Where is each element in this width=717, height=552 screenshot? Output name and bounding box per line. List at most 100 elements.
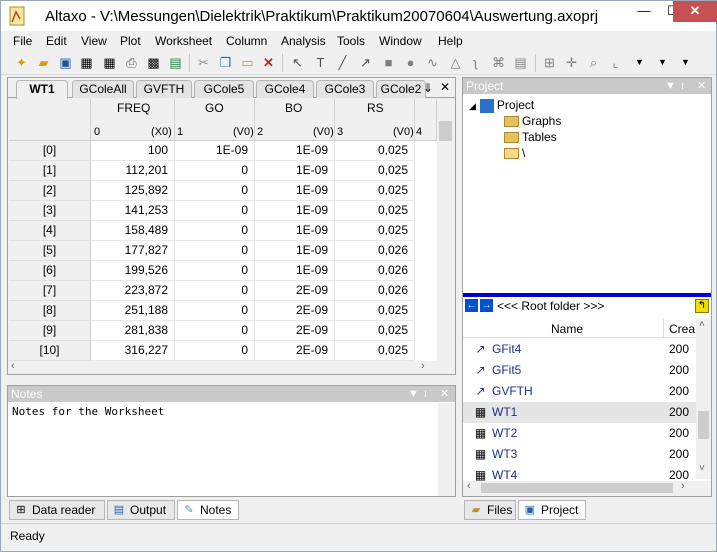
table-cell[interactable]: 2E-09	[255, 301, 335, 321]
spline-tool-icon[interactable]: ʅ	[467, 54, 484, 71]
layer-tool-icon[interactable]: ⊞	[541, 54, 558, 71]
table-cell[interactable]: 199,526	[91, 261, 175, 281]
tree-item-tables[interactable]: Tables	[504, 130, 557, 144]
delete-icon[interactable]: ✕	[260, 54, 277, 71]
collapse-triangle-icon[interactable]: ◢	[469, 101, 476, 111]
table-cell[interactable]: 223,872	[91, 281, 175, 301]
panel-menu-icon[interactable]: ▼	[408, 386, 419, 402]
column-header[interactable]: GO 1 (V0)	[175, 99, 255, 141]
row-header[interactable]: [1]	[9, 161, 91, 181]
menu-help[interactable]: Help	[438, 34, 463, 48]
row-header[interactable]: [6]	[9, 261, 91, 281]
list-item[interactable]: ▦ WT1 200	[463, 402, 696, 423]
notes-textarea[interactable]: Notes for the Worksheet	[12, 405, 164, 418]
table-cell[interactable]: 1E-09	[255, 201, 335, 221]
scroll-down-icon[interactable]: ˅	[699, 463, 705, 474]
table-cell[interactable]: 1E-09	[255, 261, 335, 281]
menu-edit[interactable]: Edit	[46, 34, 67, 48]
column-header-name[interactable]: Name	[551, 322, 583, 336]
row-header[interactable]: [2]	[9, 181, 91, 201]
scroll-up-icon[interactable]: ˄	[699, 319, 705, 330]
list-item[interactable]: ▦ WT3 200	[463, 444, 696, 465]
table-cell[interactable]: 0,026	[335, 261, 415, 281]
table-cell[interactable]: 0	[175, 281, 255, 301]
list-item[interactable]: ↗ GVFTH 200	[463, 381, 696, 402]
pointer-tool-icon[interactable]: ↖	[289, 54, 306, 71]
worksheet-vertical-scrollbar[interactable]	[437, 99, 454, 361]
table-cell[interactable]: 0	[175, 241, 255, 261]
ellipse-tool-icon[interactable]: ●	[402, 54, 419, 71]
copy-icon[interactable]: ❐	[217, 54, 234, 71]
row-header[interactable]: [7]	[9, 281, 91, 301]
tab-list-icon[interactable]: ⇓	[423, 81, 433, 95]
table-cell[interactable]: 0,025	[335, 181, 415, 201]
print-icon[interactable]: ⎙	[123, 54, 140, 71]
tab-gcole3[interactable]: GCole3	[316, 80, 374, 98]
tab-gcole2[interactable]: GCole2	[376, 80, 426, 98]
table-cell[interactable]: 0,025	[335, 161, 415, 181]
scroll-thumb[interactable]	[439, 121, 452, 141]
region-tool-icon[interactable]: ⌘	[490, 54, 507, 71]
scroll-right-icon[interactable]: ›	[681, 480, 685, 492]
scroll-thumb[interactable]	[481, 483, 673, 493]
nav-back-icon[interactable]: ←	[465, 299, 478, 312]
row-header[interactable]: [0]	[9, 141, 91, 161]
table-cell[interactable]: 2E-09	[255, 321, 335, 341]
new-worksheet-icon[interactable]: ▦	[78, 54, 95, 71]
list-item[interactable]: ↗ GFit5 200	[463, 360, 696, 381]
pin-icon[interactable]: ı	[681, 78, 684, 94]
menu-analysis[interactable]: Analysis	[281, 34, 326, 48]
panel-menu-icon[interactable]: ▼	[665, 78, 676, 94]
table-cell[interactable]: 0,025	[335, 221, 415, 241]
close-panel-icon[interactable]: ✕	[697, 78, 706, 94]
worksheet-grid[interactable]: FREQ 0 (X0) GO 1 (V0) BO 2 (V0) RS 3 (V0…	[9, 99, 454, 361]
row-header[interactable]: [4]	[9, 221, 91, 241]
column-header[interactable]: 4	[415, 99, 437, 141]
table-cell[interactable]: 0	[175, 221, 255, 241]
column-header-created[interactable]: Crea	[669, 322, 695, 336]
menu-window[interactable]: Window	[379, 34, 422, 48]
tab-gcole4[interactable]: GCole4	[256, 80, 314, 98]
scroll-thumb[interactable]	[698, 411, 709, 439]
tab-gcole5[interactable]: GCole5	[194, 80, 254, 98]
table-cell[interactable]: 125,892	[91, 181, 175, 201]
save-icon[interactable]: ▣	[57, 54, 74, 71]
menu-plot[interactable]: Plot	[120, 34, 141, 48]
tab-wt1[interactable]: WT1	[16, 80, 68, 99]
close-panel-icon[interactable]: ✕	[440, 386, 449, 402]
list-item[interactable]: ▦ WT2 200	[463, 423, 696, 444]
table-cell[interactable]: 1E-09	[255, 181, 335, 201]
axis-rescale-icon[interactable]: ⌞	[607, 54, 624, 71]
grid-plot-icon[interactable]: ▤	[512, 54, 529, 71]
table-cell[interactable]: 1E-09	[255, 161, 335, 181]
arrow-tool-icon[interactable]: ↗	[357, 54, 374, 71]
import-data-icon[interactable]: ▩	[145, 54, 162, 71]
text-tool-icon[interactable]: T	[312, 54, 329, 71]
column-header[interactable]: BO 2 (V0)	[255, 99, 335, 141]
close-tab-icon[interactable]: ✕	[440, 80, 450, 94]
table-cell[interactable]: 0	[175, 181, 255, 201]
tree-item-root-folder[interactable]: \	[504, 146, 525, 160]
row-header[interactable]: [9]	[9, 321, 91, 341]
table-cell[interactable]: 158,489	[91, 221, 175, 241]
triangle-tool-icon[interactable]: △	[447, 54, 464, 71]
notes-scrollbar[interactable]	[438, 403, 455, 496]
table-cell[interactable]: 0	[175, 261, 255, 281]
row-header[interactable]: [10]	[9, 341, 91, 361]
tab-output[interactable]: ▤ Output	[107, 500, 175, 520]
tab-gcoleall[interactable]: GColeAll	[72, 80, 134, 98]
line-tool-icon[interactable]: ╱	[334, 54, 351, 71]
table-cell[interactable]: 1E-09	[255, 241, 335, 261]
table-cell[interactable]: 0,025	[335, 201, 415, 221]
table-cell[interactable]: 0,025	[335, 341, 415, 361]
item-list-vertical-scrollbar[interactable]: ˄ ˅	[696, 319, 711, 479]
table-cell[interactable]: 0	[175, 201, 255, 221]
table-cell[interactable]: 141,253	[91, 201, 175, 221]
grid-corner[interactable]	[9, 99, 91, 141]
close-button[interactable]: ✕	[673, 1, 717, 22]
table-cell[interactable]: 112,201	[91, 161, 175, 181]
row-header[interactable]: [8]	[9, 301, 91, 321]
table-cell[interactable]: 100	[91, 141, 175, 161]
table-cell[interactable]: 1E-09	[255, 141, 335, 161]
table-cell[interactable]: 251,188	[91, 301, 175, 321]
